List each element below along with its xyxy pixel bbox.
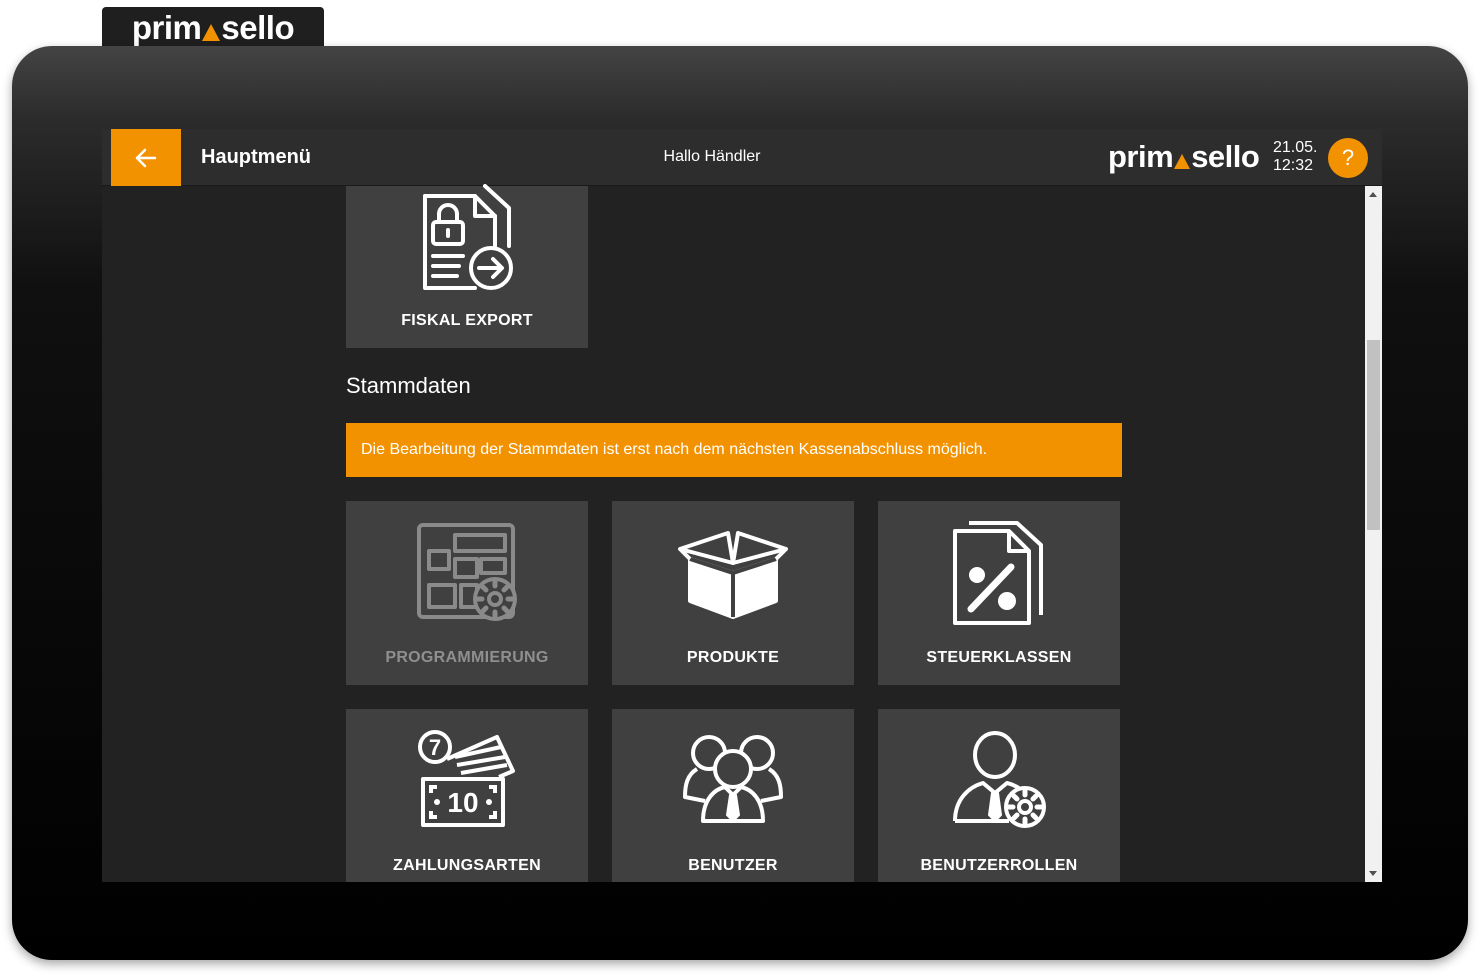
date-time: 21.05. 12:32	[1273, 139, 1317, 175]
tile-label: BENUTZER	[688, 857, 778, 874]
help-button[interactable]: ?	[1328, 138, 1368, 178]
time-text: 12:32	[1273, 157, 1314, 174]
scroll-up-arrow[interactable]	[1365, 186, 1382, 203]
tile-label: PRODUKTE	[686, 649, 780, 666]
tile-programmierung[interactable]: PROGRAMMIERUNG	[346, 501, 588, 685]
device-logo-tab: prim sello	[102, 7, 324, 47]
tile-label: PROGRAMMIERUNG	[385, 649, 549, 666]
date-text: 21.05.	[1273, 139, 1318, 156]
tile-label: ZAHLUNGSARTEN	[393, 857, 541, 874]
header-logo: prim sello	[1108, 139, 1260, 174]
box-icon	[678, 531, 788, 619]
users-icon	[683, 735, 783, 823]
percent-document-icon	[953, 521, 1043, 625]
tile-fiskal-export-visible[interactable]: FISKAL EXPORT	[346, 184, 588, 348]
scrollbar-thumb[interactable]	[1367, 340, 1380, 530]
section-title: Stammdaten	[346, 373, 471, 398]
tile-zahlungsarten[interactable]: 7 10 ZAHLUNGSARTEN	[346, 709, 588, 882]
fiscal-export-document-icon	[423, 184, 513, 290]
tile-label: STEUERKLASSEN	[926, 649, 1072, 666]
tile-label: FISKAL EXPORT	[401, 312, 533, 329]
cash-cards-icon: 7 10	[418, 730, 515, 827]
scroll-down-arrow[interactable]	[1365, 865, 1382, 882]
primasello-logo: prim sello	[131, 8, 295, 46]
vertical-scrollbar[interactable]	[1365, 186, 1382, 882]
tile-benutzer[interactable]: BENUTZER	[612, 709, 854, 882]
top-bar: Hauptmenü Hallo Händler prim sello 21.05.…	[102, 129, 1382, 186]
notice-banner: Die Bearbeitung der Stammdaten ist erst …	[346, 423, 1122, 477]
user-gear-icon	[953, 731, 1046, 828]
svg-text:7: 7	[429, 735, 441, 760]
app-screen: Hauptmenü Hallo Händler prim sello 21.05.…	[102, 129, 1382, 882]
tile-label: BENUTZERROLLEN	[920, 857, 1078, 874]
tile-benutzerrollen[interactable]: BENUTZERROLLEN	[878, 709, 1120, 882]
tile-steuerklassen[interactable]: STEUERKLASSEN	[878, 501, 1120, 685]
svg-text:10: 10	[447, 787, 478, 818]
programming-grid-icon	[417, 523, 517, 621]
tile-produkte[interactable]: PRODUKTE	[612, 501, 854, 685]
